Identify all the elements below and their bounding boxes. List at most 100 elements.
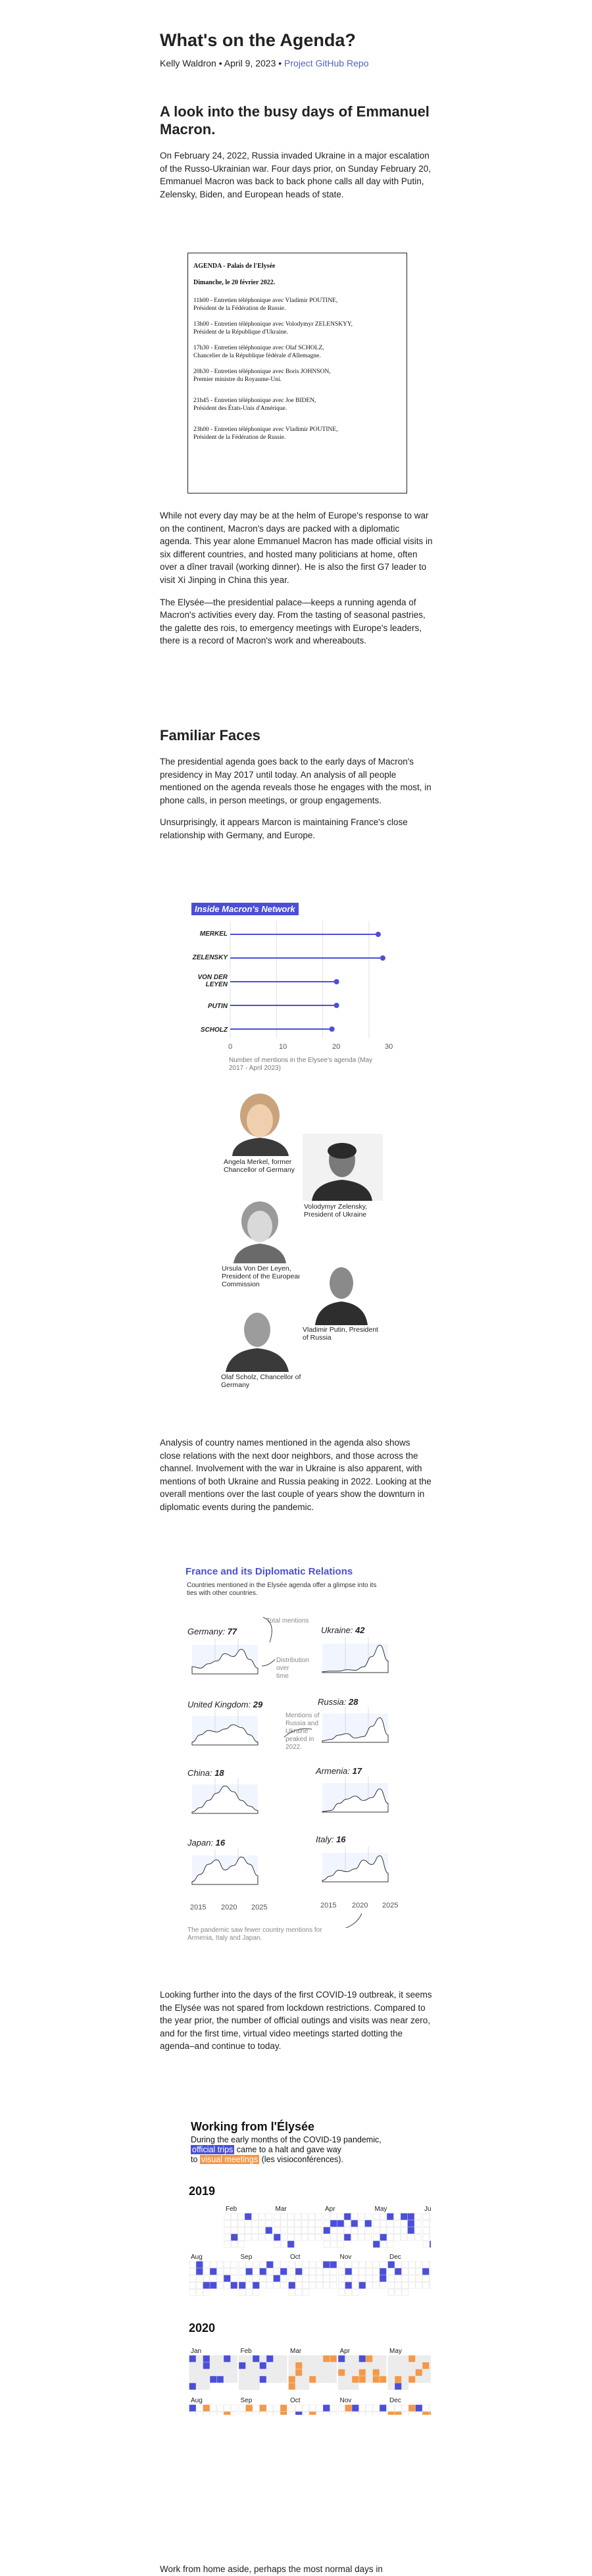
day-cell bbox=[337, 2227, 344, 2234]
day-cell bbox=[295, 2362, 303, 2369]
day-cell bbox=[393, 2234, 401, 2241]
day-cell bbox=[415, 2355, 422, 2362]
agenda-entry: 20h30 - Entretien téléphonique avec Bori… bbox=[193, 368, 331, 383]
day-cell bbox=[224, 2404, 231, 2412]
day-cell bbox=[309, 2412, 316, 2415]
section-covid: Looking further into the days of the fir… bbox=[160, 1988, 433, 2053]
day-cell bbox=[266, 2355, 274, 2362]
day-cell bbox=[259, 2369, 266, 2376]
day-cell bbox=[273, 2362, 280, 2369]
day-cell bbox=[302, 2412, 309, 2415]
day-cell bbox=[203, 2268, 210, 2275]
paragraph: Analysis of country names mentioned in t… bbox=[160, 1438, 432, 1512]
day-cell bbox=[295, 2369, 303, 2376]
day-cell bbox=[203, 2404, 210, 2412]
small-multiple-italy bbox=[322, 1846, 389, 1882]
day-cell bbox=[408, 2268, 416, 2275]
day-cell bbox=[196, 2268, 203, 2275]
day-cell bbox=[429, 2355, 431, 2362]
day-cell bbox=[372, 2362, 380, 2369]
day-cell bbox=[408, 2282, 416, 2289]
dot-putin bbox=[333, 1003, 339, 1008]
day-cell bbox=[373, 2227, 380, 2234]
day-cell bbox=[338, 2268, 345, 2275]
month-label: Nov bbox=[340, 2397, 352, 2404]
day-cell bbox=[273, 2376, 280, 2383]
day-cell bbox=[408, 2355, 416, 2362]
day-cell bbox=[358, 2227, 365, 2234]
day-cell bbox=[224, 2227, 231, 2234]
day-cell bbox=[196, 2288, 203, 2296]
day-cell bbox=[224, 2369, 231, 2376]
section-heading: Familiar Faces bbox=[160, 727, 260, 744]
day-cell bbox=[323, 2234, 330, 2241]
day-cell bbox=[373, 2213, 380, 2220]
byline-author-date: Kelly Waldron • April 9, 2023 • bbox=[160, 58, 282, 68]
day-cell bbox=[280, 2282, 287, 2289]
repo-link[interactable]: Project GitHub Repo bbox=[284, 58, 368, 68]
day-cell bbox=[295, 2376, 303, 2383]
day-cell bbox=[309, 2282, 316, 2289]
day-cell bbox=[338, 2404, 345, 2412]
day-cell bbox=[358, 2261, 366, 2268]
day-cell bbox=[253, 2383, 260, 2390]
day-cell bbox=[315, 2227, 322, 2234]
day-cell bbox=[380, 2220, 387, 2227]
day-cell bbox=[393, 2227, 401, 2234]
month-label: Apr bbox=[325, 2206, 335, 2213]
day-cell bbox=[196, 2275, 203, 2282]
day-cell bbox=[358, 2234, 365, 2241]
day-cell bbox=[395, 2268, 402, 2275]
agenda-entry: 21h45 - Entretien téléphonique avec Joe … bbox=[193, 397, 316, 412]
day-cell bbox=[280, 2268, 287, 2275]
day-cell bbox=[287, 2227, 295, 2234]
day-cell bbox=[373, 2220, 380, 2227]
day-cell bbox=[387, 2227, 394, 2234]
day-cell bbox=[387, 2275, 395, 2282]
day-cell bbox=[351, 2220, 358, 2227]
day-cell bbox=[422, 2240, 430, 2248]
day-cell bbox=[330, 2234, 337, 2241]
day-cell bbox=[415, 2376, 422, 2383]
day-cell bbox=[372, 2261, 380, 2268]
dot-scholz bbox=[329, 1026, 335, 1032]
agenda-title: AGENDA - Palais de l'Elysée bbox=[193, 263, 276, 270]
page-title: What's on the Agenda? bbox=[160, 30, 356, 50]
x-tick: 2020 bbox=[352, 1902, 368, 1909]
day-cell bbox=[422, 2268, 430, 2275]
small-multiple-japan bbox=[191, 1849, 259, 1885]
month-label: Dec bbox=[389, 2254, 401, 2261]
day-cell bbox=[337, 2213, 344, 2220]
relations-area-chart bbox=[191, 1617, 389, 1928]
day-cell bbox=[315, 2213, 322, 2220]
day-cell bbox=[309, 2275, 316, 2282]
legend-trips: official trips bbox=[191, 2145, 235, 2154]
day-cell bbox=[323, 2355, 330, 2362]
day-cell bbox=[280, 2227, 287, 2234]
day-cell bbox=[401, 2404, 408, 2412]
day-cell bbox=[401, 2275, 408, 2282]
day-cell bbox=[288, 2275, 295, 2282]
small-multiple-armenia bbox=[322, 1777, 389, 1813]
day-cell bbox=[294, 2213, 301, 2220]
day-cell bbox=[323, 2412, 330, 2415]
month-label: Dec bbox=[389, 2397, 401, 2404]
day-cell bbox=[422, 2412, 430, 2415]
day-cell bbox=[253, 2268, 260, 2275]
day-cell bbox=[308, 2234, 315, 2241]
day-cell bbox=[330, 2376, 337, 2383]
day-cell bbox=[407, 2234, 414, 2241]
paragraph: The Elysée—the presidential palace—keeps… bbox=[160, 597, 426, 646]
small-multiple-russia bbox=[322, 1707, 389, 1743]
day-cell bbox=[224, 2412, 231, 2415]
day-cell bbox=[203, 2412, 210, 2415]
day-cell bbox=[210, 2362, 217, 2369]
day-cell bbox=[401, 2376, 408, 2383]
day-cell bbox=[372, 2369, 380, 2376]
day-cell bbox=[294, 2220, 301, 2227]
day-cell bbox=[415, 2404, 422, 2412]
day-cell bbox=[323, 2268, 330, 2275]
day-cell bbox=[245, 2412, 253, 2415]
day-cell bbox=[380, 2376, 387, 2383]
day-cell bbox=[266, 2261, 274, 2268]
